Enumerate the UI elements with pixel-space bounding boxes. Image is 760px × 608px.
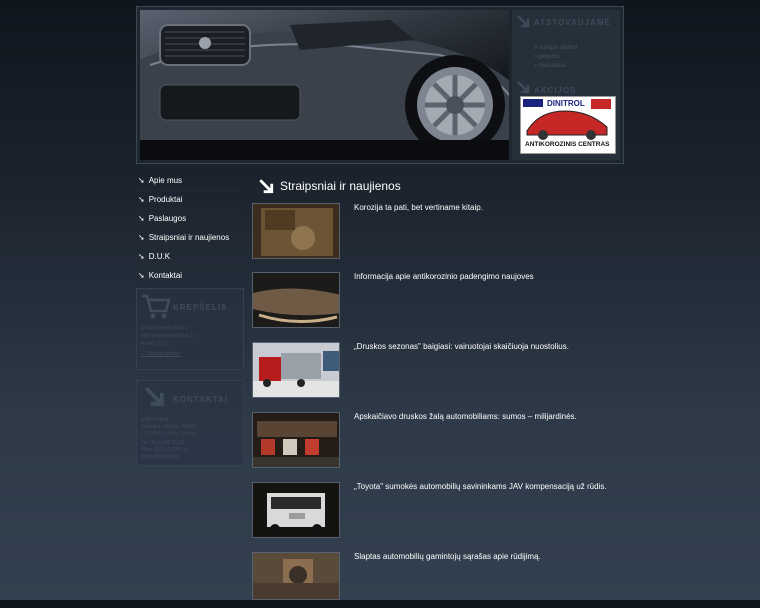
arrow-icon: ➘ [138,232,145,242]
atstovaujame-item[interactable]: pelytrus [534,53,577,62]
cart-order-link[interactable]: » Užsakyti prekes [141,351,180,358]
arrow-icon [259,179,274,194]
news-thumbnail[interactable] [252,203,340,259]
contact-email-link[interactable]: dinitrol@dinitrol.lt [141,454,179,461]
cart-icon [142,294,171,319]
menu-item-kontaktai[interactable]: ➘ Kontaktai [136,266,244,285]
right-side-panel: ATSTOVAUJAME europe dinitrol pelytrus me… [512,10,620,160]
menu-item-straipsniai[interactable]: ➘ Straipsniai ir naujienos [136,228,244,247]
menu-label: Paslaugos [148,213,187,223]
header-panel: ATSTOVAUJAME europe dinitrol pelytrus me… [136,6,624,164]
news-thumbnail[interactable] [252,272,340,328]
dinitrol-caption: ANTIKOROZINIS CENTRAS [525,141,610,148]
news-title-link[interactable]: „Druskos sezonas" baigiasi: vairuotojai … [354,342,569,351]
contact-line: UAB Dinitrol [141,417,169,423]
arrow-icon [517,15,530,28]
news-title-link[interactable]: Apskaičiavo druskos žalą automobiliams: … [354,412,577,421]
menu-item-duk[interactable]: ➘ D.U.K [136,247,244,266]
contact-line: Faks: (8-5) 259 59 17 [141,447,189,453]
arrow-icon: ➘ [138,213,145,223]
news-thumbnail[interactable] [252,482,340,538]
arrow-icon: ➘ [138,194,145,204]
news-title-link[interactable]: Informacija apie antikorozinio padengimo… [354,272,534,281]
contact-line: LT-10106 Vilnius, Lietuva [141,431,197,437]
menu-label: Kontaktai [148,270,183,280]
dinitrol-logo[interactable]: DINITROL ANTIKOROZINIS CENTRAS [520,96,616,154]
news-item[interactable] [252,412,342,468]
atstovaujame-list: europe dinitrol pelytrus mecaltess [534,44,577,71]
news-title-link[interactable]: Slaptas automobilių gamintojų sąrašas ap… [354,552,541,561]
news-title-link[interactable]: „Toyota" sumokės automobilių savininkams… [354,482,607,491]
arrow-icon: ➘ [138,175,145,185]
news-thumbnail[interactable] [252,552,340,600]
cart-title: KREPŠELIS [173,303,228,312]
menu-item-apie-mus[interactable]: ➘ Apie mus [136,171,244,190]
menu-label: D.U.K [148,251,171,261]
atstovaujame-title: ATSTOVAUJAME [534,18,611,27]
main-menu: ➘ Apie mus ➘ Produktai ➘ Paslaugos ➘ Straips… [136,171,244,285]
akcijos-title: AKCIJOS [534,86,577,95]
car-banner-image [140,10,509,160]
cart-line: Dinitrol prekių pirkti 3 [141,325,188,331]
main-content: Straipsniai ir naujienos [258,178,628,194]
contact-line: Zarasų 4, Vilnius, 05183 [141,424,195,430]
news-item[interactable] [252,482,342,538]
news-thumbnail[interactable] [252,342,340,398]
menu-label: Straipsniai ir naujienos [148,232,230,242]
news-thumbnail[interactable] [252,412,340,468]
page-title: Straipsniai ir naujienos [258,178,628,194]
news-item[interactable] [252,203,342,259]
contact-line: Tel: (8-5) 259 59 10 [141,440,185,446]
news-item[interactable] [252,342,342,398]
contacts-box: KONTAKTAI UAB Dinitrol Zarasų 4, Vilnius… [136,380,244,466]
menu-item-produktai[interactable]: ➘ Produktai [136,190,244,209]
contacts-title: KONTAKTAI [173,395,228,404]
arrow-icon: ➘ [138,251,145,261]
menu-label: Produktai [148,194,183,204]
arrow-icon [144,386,164,406]
news-title-link[interactable]: Korozija ta pati, bet vertiname kitaip. [354,203,483,212]
dinitrol-brand: DINITROL [547,99,585,108]
atstovaujame-item[interactable]: mecaltess [534,62,577,71]
page-title-text: Straipsniai ir naujienos [280,179,401,193]
menu-item-paslaugos[interactable]: ➘ Paslaugos [136,209,244,228]
news-item[interactable] [252,272,342,328]
cart-line: Viso prekių krepšelyje 0 [141,333,194,339]
car-illustration [140,20,509,160]
cart-line: Iš viso: 0 Lt [141,341,167,347]
arrow-icon [517,81,530,94]
arrow-icon: ➘ [138,270,145,280]
atstovaujame-item[interactable]: europe dinitrol [534,44,577,53]
cart-box: KREPŠELIS Dinitrol prekių pirkti 3 Viso … [136,288,244,370]
menu-label: Apie mus [148,175,183,185]
